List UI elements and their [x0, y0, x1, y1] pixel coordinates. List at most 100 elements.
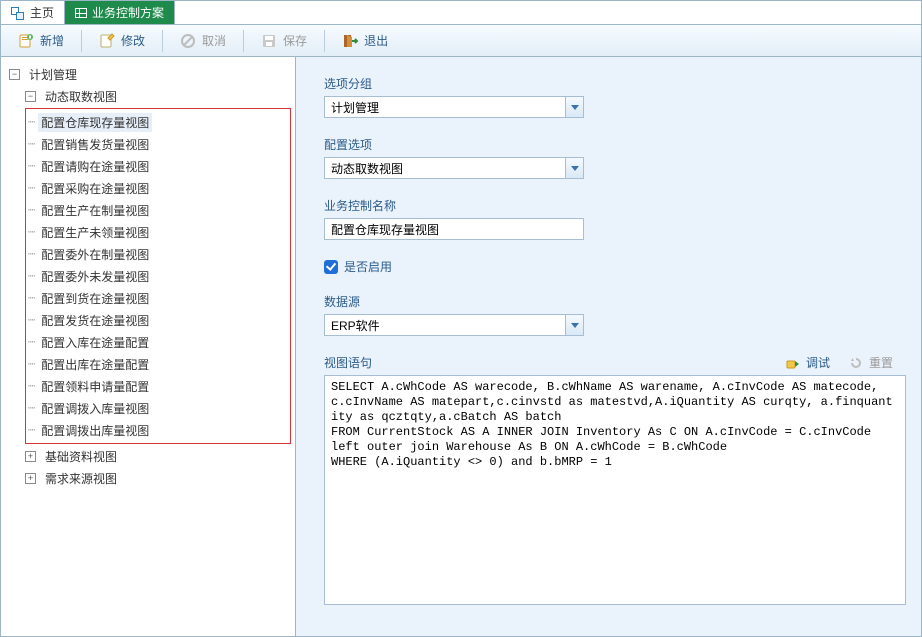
tree-leaf[interactable]: ┈ 配置委外在制量视图	[28, 243, 288, 265]
tree-connector-icon: ┈	[28, 313, 34, 327]
sidebar-tree[interactable]: − 计划管理 − 动态取数视图 ┈ 配置仓库现存量视图┈配置销售发货量视图┈配置请…	[1, 57, 296, 636]
tree-leaf-label: 配置发货在途量视图	[38, 311, 152, 330]
debug-label: 调试	[806, 354, 830, 371]
tree-connector-icon: ┈	[28, 357, 34, 371]
toolbar-sep	[324, 30, 325, 52]
save-icon	[261, 33, 277, 49]
tree-node-base[interactable]: + 基础资料视图	[25, 445, 291, 467]
group-combo-input[interactable]	[325, 97, 565, 117]
exit-button-label: 退出	[364, 32, 388, 49]
tree-connector-icon: ┈	[28, 225, 34, 239]
tree-leaf[interactable]: ┈ 配置生产未领量视图	[28, 221, 288, 243]
app-window: 主页 业务控制方案 新增 修改 取消	[0, 0, 922, 637]
tree-leaf[interactable]: ┈ 配置调拨入库量视图	[28, 397, 288, 419]
tree-node-root[interactable]: − 计划管理	[9, 63, 291, 85]
field-enable[interactable]: 是否启用	[324, 258, 893, 275]
tab-business-control[interactable]: 业务控制方案	[65, 1, 175, 24]
tree-leaf[interactable]: ┈配置委外未发量视图	[28, 265, 288, 287]
ds-combo-input[interactable]	[325, 315, 565, 335]
tab-business-control-label: 业务控制方案	[92, 4, 164, 21]
cancel-icon	[180, 33, 196, 49]
tab-bar: 主页 业务控制方案	[1, 1, 921, 25]
tree-connector-icon: ┈	[28, 247, 34, 261]
tree-connector-icon: ┈	[28, 137, 34, 151]
tree-leaf[interactable]: ┈ 配置调拨出库量视图	[28, 419, 288, 441]
toolbar-sep	[81, 30, 82, 52]
name-label: 业务控制名称	[324, 197, 893, 214]
field-sql: 视图语句 调试 重置	[324, 354, 893, 608]
reset-button: 重置	[848, 354, 893, 371]
tree-leaf-label: 配置入库在途量配置	[38, 333, 152, 352]
dropdown-icon[interactable]	[565, 315, 583, 335]
tree-leaf[interactable]: ┈ 配置采购在途量视图	[28, 177, 288, 199]
toolbar-sep	[243, 30, 244, 52]
tree-node-dyn[interactable]: − 动态取数视图	[25, 85, 291, 107]
tree-leaf[interactable]: ┈配置领料申请量配置	[28, 375, 288, 397]
tree-connector-icon: ┈	[28, 379, 34, 393]
tree-leaf[interactable]: ┈配置销售发货量视图	[28, 133, 288, 155]
ds-combo[interactable]	[324, 314, 584, 336]
tree-leaf-label: 配置出库在途量配置	[38, 355, 152, 374]
option-label: 配置选项	[324, 136, 893, 153]
tree-leaf-label: 配置调拨出库量视图	[38, 421, 152, 440]
group-combo[interactable]	[324, 96, 584, 118]
edit-button[interactable]: 修改	[88, 28, 156, 53]
tree-connector-icon: ┈	[28, 401, 34, 415]
tree-dyn-children: ┈配置仓库现存量视图┈配置销售发货量视图┈配置请购在途量视图┈配置采购在途量视图…	[25, 108, 291, 444]
tree-leaf[interactable]: ┈配置请购在途量视图	[28, 155, 288, 177]
ds-label: 数据源	[324, 293, 893, 310]
sql-header: 视图语句 调试 重置	[324, 354, 893, 371]
tree-leaf-label: 配置采购在途量视图	[38, 179, 152, 198]
tree-connector-icon: ┈	[28, 115, 34, 129]
tree-leaf-label: 配置委外在制量视图	[38, 245, 152, 264]
body: − 计划管理 − 动态取数视图 ┈ 配置仓库现存量视图┈配置销售发货量视图┈配置请…	[1, 57, 921, 636]
tree-connector-icon: ┈	[28, 423, 34, 437]
tree-connector-icon: ┈	[28, 181, 34, 195]
checkbox-checked-icon[interactable]	[324, 260, 338, 274]
cancel-button: 取消	[169, 28, 237, 53]
tree-root-label: 计划管理	[26, 65, 80, 84]
tree-leaf-label: 配置生产未领量视图	[38, 223, 152, 242]
tree-connector-icon: ┈	[28, 269, 34, 283]
tree-leaf[interactable]: ┈ 配置出库在途量配置	[28, 353, 288, 375]
edit-button-label: 修改	[121, 32, 145, 49]
dropdown-icon[interactable]	[565, 158, 583, 178]
tree-leaf[interactable]: ┈配置生产在制量视图	[28, 199, 288, 221]
tab-home[interactable]: 主页	[1, 1, 65, 24]
tree-base-label: 基础资料视图	[42, 447, 120, 466]
tree-leaf[interactable]: ┈ 配置发货在途量视图	[28, 309, 288, 331]
toolbar: 新增 修改 取消 保存 退出	[1, 25, 921, 57]
option-combo[interactable]	[324, 157, 584, 179]
expand-icon[interactable]: +	[25, 451, 36, 462]
reset-label: 重置	[869, 354, 893, 371]
tree-leaf[interactable]: ┈ 配置仓库现存量视图	[28, 111, 288, 133]
tree-leaf-label: 配置仓库现存量视图	[38, 113, 152, 132]
home-icon	[11, 7, 25, 19]
sql-actions: 调试 重置	[785, 354, 893, 371]
exit-button[interactable]: 退出	[331, 28, 399, 53]
new-button[interactable]: 新增	[7, 28, 75, 53]
tree-leaf-label: 配置调拨入库量视图	[38, 399, 152, 418]
tree-node-demand[interactable]: + 需求来源视图	[25, 467, 291, 489]
tree-leaf[interactable]: ┈配置到货在途量视图	[28, 287, 288, 309]
option-combo-input[interactable]	[325, 158, 565, 178]
tree-demand-label: 需求来源视图	[42, 469, 120, 488]
expand-icon[interactable]: +	[25, 473, 36, 484]
name-input[interactable]	[324, 218, 584, 240]
edit-icon	[99, 33, 115, 49]
tree-leaf-label: 配置到货在途量视图	[38, 289, 152, 308]
tree-leaf[interactable]: ┈配置入库在途量配置	[28, 331, 288, 353]
sql-textarea[interactable]	[324, 375, 906, 605]
save-button: 保存	[250, 28, 318, 53]
field-datasource: 数据源	[324, 293, 893, 336]
debug-button[interactable]: 调试	[785, 354, 830, 371]
tree-connector-icon: ┈	[28, 159, 34, 173]
collapse-icon[interactable]: −	[9, 69, 20, 80]
new-button-label: 新增	[40, 32, 64, 49]
collapse-icon[interactable]: −	[25, 91, 36, 102]
dropdown-icon[interactable]	[565, 97, 583, 117]
new-icon	[18, 33, 34, 49]
exit-icon	[342, 33, 358, 49]
enable-label: 是否启用	[344, 258, 392, 275]
tab-home-label: 主页	[30, 4, 54, 21]
